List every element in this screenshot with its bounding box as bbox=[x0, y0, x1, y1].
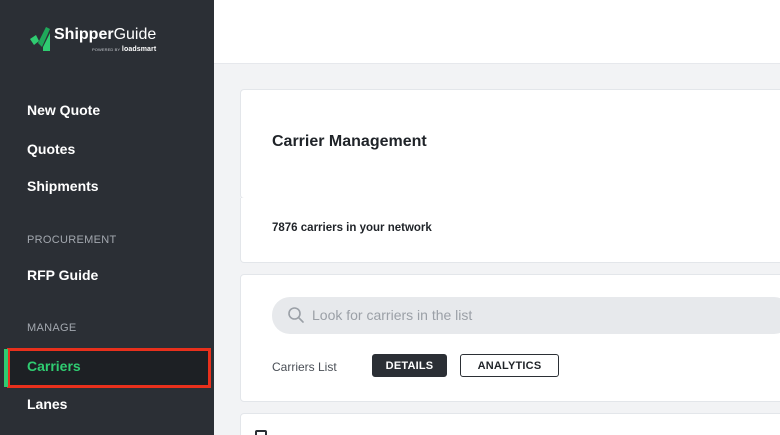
logo-mark-icon bbox=[30, 27, 50, 51]
section-label-procurement: PROCUREMENT bbox=[27, 234, 117, 246]
select-all-checkbox[interactable] bbox=[255, 430, 267, 435]
sidebar-item-shipments[interactable]: Shipments bbox=[27, 178, 99, 194]
search-input[interactable]: Look for carriers in the list bbox=[272, 297, 780, 334]
sidebar: ShipperGuide POWERED BY loadsmart New Qu… bbox=[0, 0, 214, 435]
logo-powered-by: POWERED BY loadsmart bbox=[92, 46, 157, 53]
active-indicator bbox=[4, 349, 8, 387]
search-placeholder: Look for carriers in the list bbox=[312, 307, 473, 323]
logo-wordmark: ShipperGuide bbox=[54, 26, 157, 43]
network-count: 7876 carriers in your network bbox=[272, 222, 432, 234]
search-icon bbox=[288, 307, 304, 323]
network-count-card: 7876 carriers in your network bbox=[240, 198, 780, 263]
top-bar bbox=[214, 0, 780, 64]
tab-analytics[interactable]: ANALYTICS bbox=[460, 354, 559, 377]
sidebar-item-new-quote[interactable]: New Quote bbox=[27, 102, 100, 118]
carriers-list-card: Look for carriers in the list Carriers L… bbox=[240, 274, 780, 402]
section-label-manage: MANAGE bbox=[27, 322, 77, 334]
tab-details[interactable]: DETAILS bbox=[372, 354, 447, 377]
header-card: Carrier Management bbox=[240, 89, 780, 199]
carriers-list-label: Carriers List bbox=[272, 360, 337, 374]
page-title: Carrier Management bbox=[272, 133, 427, 150]
sidebar-item-carriers[interactable]: Carriers bbox=[27, 358, 81, 374]
shipperguide-logo[interactable]: ShipperGuide POWERED BY loadsmart bbox=[30, 25, 156, 59]
sidebar-item-quotes[interactable]: Quotes bbox=[27, 141, 75, 157]
sidebar-item-rfp-guide[interactable]: RFP Guide bbox=[27, 267, 98, 283]
carriers-table-card bbox=[240, 413, 780, 435]
sidebar-item-lanes[interactable]: Lanes bbox=[27, 396, 67, 412]
